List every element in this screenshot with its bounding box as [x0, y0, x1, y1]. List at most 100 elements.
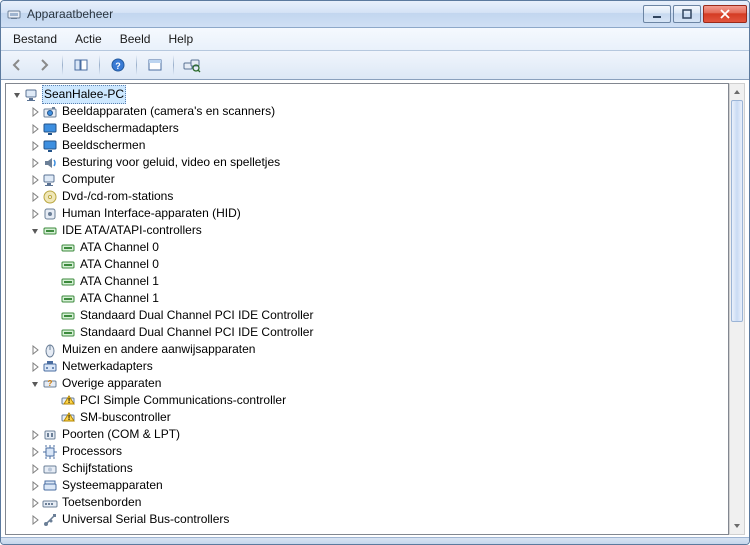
close-button[interactable]	[703, 5, 747, 23]
tree-node-label: ATA Channel 0	[78, 256, 161, 273]
scroll-down-icon[interactable]	[730, 518, 744, 534]
expander-closed-icon[interactable]	[28, 103, 42, 120]
toolbar: ?	[1, 51, 749, 80]
tree-node[interactable]: Beeldapparaten (camera's en scanners)	[6, 103, 728, 120]
tree-node-label: ATA Channel 0	[78, 239, 161, 256]
expander-closed-icon[interactable]	[28, 494, 42, 511]
mouse-icon	[42, 342, 58, 358]
tree-node[interactable]: ATA Channel 0	[6, 239, 728, 256]
device-tree[interactable]: SeanHalee-PCBeeldapparaten (camera's en …	[6, 84, 728, 530]
back-button[interactable]	[5, 54, 29, 76]
expander-closed-icon[interactable]	[28, 477, 42, 494]
show-hide-tree-button[interactable]	[69, 54, 93, 76]
tree-node[interactable]: Poorten (COM & LPT)	[6, 426, 728, 443]
scroll-up-icon[interactable]	[730, 84, 744, 100]
monitor-icon	[42, 138, 58, 154]
menu-actie[interactable]: Actie	[67, 30, 110, 48]
tree-node[interactable]: ?Overige apparaten	[6, 375, 728, 392]
tree-node-label: Besturing voor geluid, video en spelletj…	[60, 154, 282, 171]
tree-node[interactable]: Human Interface-apparaten (HID)	[6, 205, 728, 222]
tree-root-label: SeanHalee-PC	[42, 85, 126, 104]
tree-node[interactable]: Systeemapparaten	[6, 477, 728, 494]
menu-beeld[interactable]: Beeld	[112, 30, 159, 48]
ide-icon	[60, 325, 76, 341]
scroll-track[interactable]	[730, 100, 744, 518]
tree-node[interactable]: ! SM-buscontroller	[6, 409, 728, 426]
tree-node[interactable]: Standaard Dual Channel PCI IDE Controlle…	[6, 324, 728, 341]
tree-node-label: Standaard Dual Channel PCI IDE Controlle…	[78, 324, 315, 341]
expander-open-icon[interactable]	[10, 86, 24, 103]
expander-closed-icon[interactable]	[28, 154, 42, 171]
tree-node[interactable]: ATA Channel 1	[6, 290, 728, 307]
client-area: SeanHalee-PCBeeldapparaten (camera's en …	[1, 80, 749, 537]
expander-closed-icon[interactable]	[28, 511, 42, 528]
cpu-icon	[42, 444, 58, 460]
expander-closed-icon[interactable]	[28, 120, 42, 137]
tree-node-label: Poorten (COM & LPT)	[60, 426, 182, 443]
display-icon	[42, 121, 58, 137]
tree-node[interactable]: Processors	[6, 443, 728, 460]
menu-help[interactable]: Help	[160, 30, 201, 48]
expander-closed-icon[interactable]	[28, 171, 42, 188]
tree-node[interactable]: Schijfstations	[6, 460, 728, 477]
menu-bestand[interactable]: Bestand	[5, 30, 65, 48]
svg-text:?: ?	[115, 61, 121, 71]
tree-node[interactable]: Dvd-/cd-rom-stations	[6, 188, 728, 205]
tree-node[interactable]: Computer	[6, 171, 728, 188]
tree-node[interactable]: IDE ATA/ATAPI-controllers	[6, 222, 728, 239]
expander-closed-icon[interactable]	[28, 188, 42, 205]
window-bottom-frame	[1, 537, 749, 544]
tree-node[interactable]: Beeldschermadapters	[6, 120, 728, 137]
expander-closed-icon[interactable]	[28, 426, 42, 443]
expander-closed-icon[interactable]	[28, 358, 42, 375]
tree-node[interactable]: Besturing voor geluid, video en spelletj…	[6, 154, 728, 171]
expander-closed-icon[interactable]	[28, 137, 42, 154]
scroll-thumb[interactable]	[731, 100, 743, 322]
properties-button[interactable]	[143, 54, 167, 76]
svg-text:?: ?	[48, 379, 53, 388]
tree-node-label: Universal Serial Bus-controllers	[60, 511, 231, 528]
tree-node[interactable]: Muizen en andere aanwijsapparaten	[6, 341, 728, 358]
tree-node[interactable]: Universal Serial Bus-controllers	[6, 511, 728, 528]
port-icon	[42, 427, 58, 443]
usb-icon	[42, 512, 58, 528]
expander-closed-icon[interactable]	[28, 205, 42, 222]
tree-node[interactable]: Beeldschermen	[6, 137, 728, 154]
system-icon	[42, 478, 58, 494]
sound-icon	[42, 155, 58, 171]
vertical-scrollbar[interactable]	[729, 83, 745, 535]
tree-node[interactable]: Netwerkadapters	[6, 358, 728, 375]
expander-closed-icon[interactable]	[28, 460, 42, 477]
help-button[interactable]: ?	[106, 54, 130, 76]
maximize-button[interactable]	[673, 5, 701, 23]
tree-root[interactable]: SeanHalee-PC	[6, 86, 728, 103]
device-tree-pane: SeanHalee-PCBeeldapparaten (camera's en …	[5, 83, 729, 535]
expander-open-icon[interactable]	[28, 222, 42, 239]
tree-node[interactable]: Toetsenborden	[6, 494, 728, 511]
menubar: Bestand Actie Beeld Help	[1, 28, 749, 51]
ide-icon	[60, 257, 76, 273]
scan-hardware-button[interactable]	[180, 54, 204, 76]
network-icon	[42, 359, 58, 375]
computer-icon	[24, 87, 40, 103]
warn-icon: !	[60, 410, 76, 426]
svg-text:!: !	[68, 415, 70, 422]
tree-node[interactable]: !PCI Simple Communications-controller	[6, 392, 728, 409]
minimize-button[interactable]	[643, 5, 671, 23]
tree-node-label: Processors	[60, 443, 124, 460]
disk-icon	[42, 461, 58, 477]
forward-button[interactable]	[32, 54, 56, 76]
window-frame: Apparaatbeheer Bestand Actie Beeld Help	[0, 0, 750, 545]
tree-node-label: IDE ATA/ATAPI-controllers	[60, 222, 204, 239]
titlebar: Apparaatbeheer	[1, 1, 749, 28]
tree-node[interactable]: ATA Channel 0	[6, 256, 728, 273]
tree-node[interactable]: Standaard Dual Channel PCI IDE Controlle…	[6, 307, 728, 324]
tree-node-label: Beeldschermen	[60, 137, 147, 154]
tree-node-label: SM-buscontroller	[78, 409, 173, 426]
expander-closed-icon[interactable]	[28, 341, 42, 358]
tree-node-label: Systeemapparaten	[60, 477, 165, 494]
expander-closed-icon[interactable]	[28, 443, 42, 460]
warn-icon: !	[60, 393, 76, 409]
expander-open-icon[interactable]	[28, 375, 42, 392]
tree-node[interactable]: ATA Channel 1	[6, 273, 728, 290]
